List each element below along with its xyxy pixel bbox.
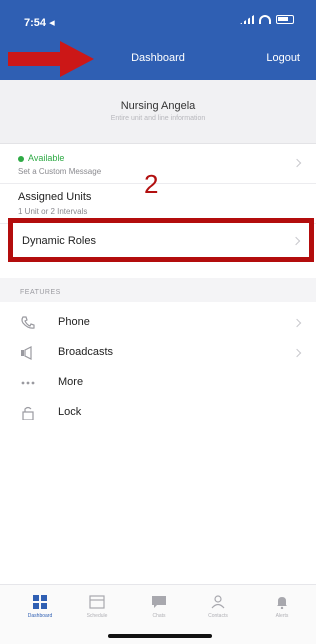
tab-schedule[interactable]: Schedule xyxy=(77,593,117,623)
chevron-right-icon xyxy=(292,158,302,168)
available-dot-icon xyxy=(18,156,24,162)
profile-subtitle: Entire unit and line information xyxy=(110,115,206,122)
feature-label: More xyxy=(58,376,84,388)
feature-label: Lock xyxy=(58,406,82,418)
tab-label: Contacts xyxy=(208,613,228,619)
grid-icon xyxy=(33,595,47,609)
wifi-icon xyxy=(259,15,271,24)
feature-label: Phone xyxy=(58,316,90,328)
chevron-right-icon xyxy=(292,348,302,358)
app-header: 7:54 ◂ Dashboard Logout xyxy=(0,0,316,80)
feature-item-phone[interactable]: Phone xyxy=(0,308,316,338)
chat-icon xyxy=(152,596,166,608)
custom-message-label: Set a Custom Message xyxy=(18,167,102,176)
system-indicators xyxy=(240,15,294,24)
status-bar: 7:54 ◂ xyxy=(0,0,316,30)
tab-label: Chats xyxy=(152,613,166,619)
tab-alerts[interactable]: Alerts xyxy=(262,593,302,623)
broadcast-icon xyxy=(21,346,32,360)
tab-dashboard[interactable]: Dashboard xyxy=(20,593,60,623)
chevron-right-icon xyxy=(291,236,301,246)
assigned-units-title: Assigned Units xyxy=(18,191,92,203)
signal-icon xyxy=(240,15,254,24)
profile-card[interactable]: Nursing Angela Entire unit and line info… xyxy=(0,80,316,144)
feature-item-lock[interactable]: Lock xyxy=(0,398,316,428)
home-indicator[interactable] xyxy=(108,634,212,638)
battery-icon xyxy=(276,15,294,24)
presence-label: Available xyxy=(28,153,65,163)
assigned-units-subtitle: 1 Unit or 2 Intervals xyxy=(18,207,88,216)
feature-label: Broadcasts xyxy=(58,346,114,358)
contacts-icon xyxy=(211,595,225,609)
feature-item-more[interactable]: More xyxy=(0,368,316,398)
profile-name: Nursing Angela xyxy=(120,100,196,112)
dynamic-roles-title: Dynamic Roles xyxy=(22,235,96,247)
chevron-right-icon xyxy=(292,318,302,328)
features-section-header: FEATURES xyxy=(0,278,316,302)
dynamic-roles-row[interactable]: Dynamic Roles xyxy=(8,218,314,262)
features-section-label: FEATURES xyxy=(20,289,61,296)
more-icon xyxy=(21,381,35,385)
annotation-arrow-icon xyxy=(8,41,94,77)
tab-label: Dashboard xyxy=(27,613,53,619)
lock-icon xyxy=(22,406,34,420)
status-time: 7:54 ◂ xyxy=(24,17,55,29)
tab-chats[interactable]: Chats xyxy=(139,593,179,623)
bell-icon xyxy=(277,597,287,609)
phone-icon xyxy=(21,316,35,329)
logout-button[interactable]: Logout xyxy=(266,52,300,64)
schedule-icon xyxy=(89,595,105,609)
tab-label: Alerts xyxy=(275,613,289,619)
feature-item-broadcasts[interactable]: Broadcasts xyxy=(0,338,316,368)
tab-label: Schedule xyxy=(86,613,108,619)
annotation-number: 2 xyxy=(144,169,159,199)
tab-contacts[interactable]: Contacts xyxy=(198,593,238,623)
